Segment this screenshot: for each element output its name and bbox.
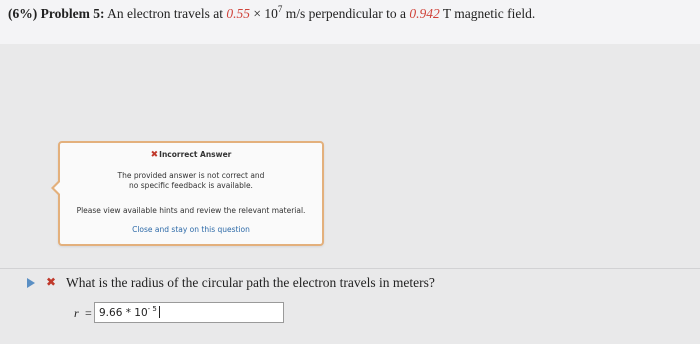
incorrect-mark-icon: ✖ — [46, 275, 57, 289]
expand-arrow-icon[interactable] — [27, 278, 35, 288]
problem-statement: (6%) Problem 5: An electron travels at 0… — [8, 5, 536, 22]
feedback-title: ✖Incorrect Answer — [60, 150, 322, 160]
problem-label: (6%) Problem 5: — [8, 6, 105, 21]
close-stay-link[interactable]: Close and stay on this question — [60, 225, 322, 234]
text-cursor — [158, 306, 160, 318]
field-value: 0.942 — [409, 6, 440, 21]
answer-variable: r — [74, 306, 79, 320]
speed-value: 0.55 — [226, 6, 250, 21]
feedback-line-2: no specific feedback is available. — [129, 181, 253, 190]
problem-text-mid: m/s perpendicular to a — [282, 6, 410, 21]
problem-text-after: T magnetic field. — [439, 6, 536, 21]
feedback-title-text: Incorrect Answer — [159, 150, 232, 159]
feedback-message: The provided answer is not correct and n… — [60, 171, 322, 191]
problem-text-before: An electron travels at — [107, 6, 227, 21]
problem-header: (6%) Problem 5: An electron travels at 0… — [0, 0, 700, 44]
feedback-line-1: The provided answer is not correct and — [117, 171, 265, 180]
answer-mantissa: 9.66 * 10 — [99, 307, 148, 319]
answer-exponent: - 5 — [147, 305, 157, 313]
times-ten: × 10 — [249, 6, 278, 21]
incorrect-icon: ✖ — [150, 150, 159, 160]
section-divider — [0, 268, 700, 269]
feedback-popup: ✖Incorrect Answer The provided answer is… — [51, 141, 324, 246]
question-text: What is the radius of the circular path … — [66, 275, 435, 290]
answer-equals: = — [85, 306, 92, 320]
answer-input[interactable]: 9.66 * 10- 5 — [94, 302, 284, 323]
feedback-hint: Please view available hints and review t… — [76, 206, 306, 215]
